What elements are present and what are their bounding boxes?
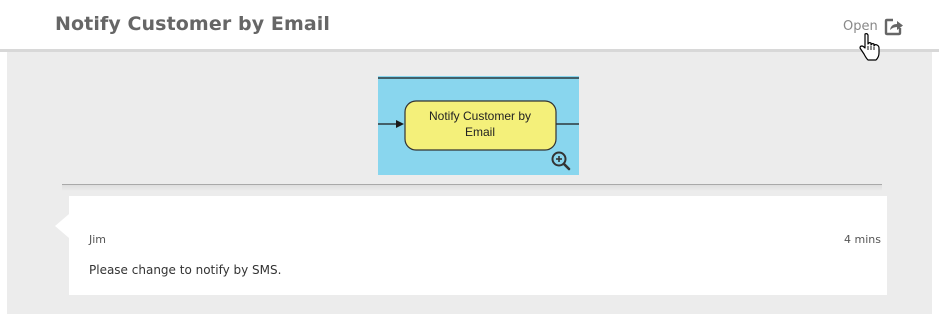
comment-text: Please change to notify by SMS. [89,263,282,277]
comment-pointer [55,214,69,238]
comment-card: Jim 4 mins Please change to notify by SM… [55,196,887,295]
share-icon [884,17,904,36]
content-panel: Notify Customer by Email Jim 4 mins Plea… [7,52,932,314]
page-title: Notify Customer by Email [55,13,331,35]
task-label-line1: Notify Customer by [429,109,531,123]
header: Notify Customer by Email Open [0,0,939,52]
divider-shadow [62,185,882,191]
diagram-thumbnail[interactable]: Notify Customer by Email [378,76,579,175]
task-label-line2: Email [465,125,495,139]
comment-author: Jim [89,233,107,246]
hand-pointer-icon [858,32,882,66]
comment-time: 4 mins [844,233,881,246]
